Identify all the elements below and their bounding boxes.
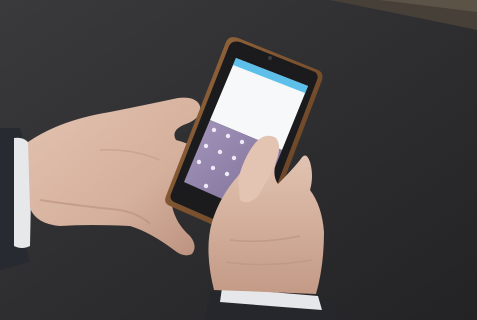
key-5[interactable] — [217, 149, 223, 155]
front-camera — [268, 56, 272, 60]
key-8[interactable] — [210, 165, 216, 171]
key-2[interactable] — [225, 133, 231, 139]
photo-scene — [0, 0, 477, 320]
key-0[interactable] — [203, 183, 209, 189]
key-9[interactable] — [224, 171, 230, 177]
key-3[interactable] — [239, 139, 245, 145]
key-7[interactable] — [196, 159, 202, 165]
photo-illustration — [0, 0, 477, 320]
key-6[interactable] — [231, 155, 237, 161]
key-1[interactable] — [211, 127, 217, 133]
key-4[interactable] — [203, 143, 209, 149]
